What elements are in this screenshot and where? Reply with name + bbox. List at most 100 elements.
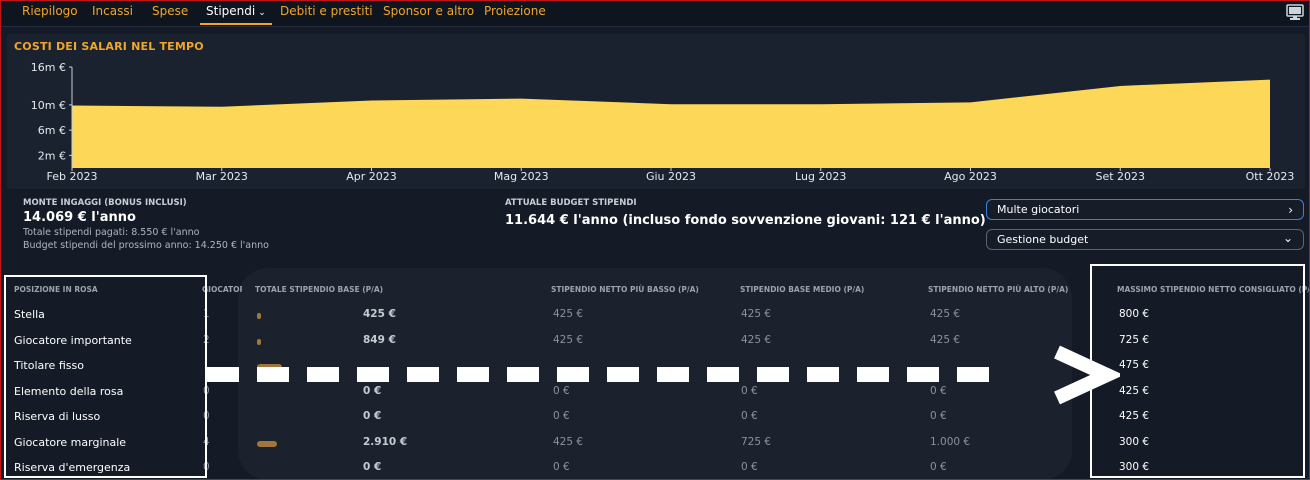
row-player-count: 2 [203, 334, 210, 346]
row-total-base-salary: 2.910 € [363, 436, 408, 448]
row-total-base-salary: 0 € [363, 461, 382, 473]
row-total-base-salary: 425 € [363, 308, 396, 320]
row-salary-bar [257, 339, 261, 345]
arrow-dash [907, 367, 939, 382]
arrow-dash [857, 367, 889, 382]
row-max-recommended-salary: 300 € [1119, 436, 1150, 448]
row-average-base-salary: 0 € [741, 410, 758, 422]
row-average-base-salary: 725 € [741, 436, 772, 448]
monte-ingaggi-label: MONTE INGAGGI (BONUS INCLUSI) [23, 198, 187, 208]
row-lowest-net-salary: 425 € [553, 308, 584, 320]
header-posizione[interactable]: POSIZIONE IN ROSA [14, 285, 98, 294]
table-row[interactable] [0, 457, 1310, 479]
chevron-right-icon: › [1288, 203, 1293, 217]
y-tick-label: 10m € [31, 99, 66, 112]
row-average-base-salary: 425 € [741, 334, 772, 346]
row-position: Titolare fisso [14, 359, 84, 372]
row-position: Giocatore importante [14, 334, 132, 347]
row-total-base-salary: 0 € [363, 385, 382, 397]
x-tick-label: Feb 2023 [47, 170, 98, 183]
salary-cost-chart: 16m € 10m € 6m € 2m € Feb 2023 Mar 2023 Apr 20… [31, 61, 1295, 183]
row-highest-net-salary: 425 € [930, 334, 961, 346]
row-player-count: 1 [203, 308, 210, 320]
row-salary-bar [257, 313, 261, 319]
arrow-dash [507, 367, 539, 382]
salary-area-series [72, 79, 1270, 168]
x-tick-label: Mag 2023 [494, 170, 549, 183]
row-highest-net-salary: 0 € [930, 461, 947, 473]
row-player-count: 0 [203, 461, 210, 473]
table-row[interactable] [0, 304, 1310, 326]
header-massimo-consigliato[interactable]: MASSIMO STIPENDIO NETTO CONSIGLIATO (P/A… [1117, 285, 1310, 294]
row-lowest-net-salary: 425 € [553, 334, 584, 346]
arrow-dash [807, 367, 839, 382]
row-player-count: 0 [203, 385, 210, 397]
arrow-dash [257, 367, 289, 382]
row-salary-bar [257, 441, 277, 447]
row-total-base-salary: 0 € [363, 410, 382, 422]
row-position: Riserva d'emergenza [14, 461, 131, 474]
row-highest-net-salary: 425 € [930, 308, 961, 320]
arrow-dash [357, 367, 389, 382]
x-tick-label: Ott 2023 [1246, 170, 1295, 183]
row-total-base-salary: 849 € [363, 334, 396, 346]
row-position: Stella [14, 308, 45, 321]
row-max-recommended-salary: 425 € [1119, 385, 1150, 397]
row-highest-net-salary: 0 € [930, 410, 947, 422]
header-netto-basso[interactable]: STIPENDIO NETTO PIÙ BASSO (P/A) [551, 285, 699, 294]
header-base-medio[interactable]: STIPENDIO BASE MEDIO (P/A) [740, 285, 864, 294]
row-max-recommended-salary: 800 € [1119, 308, 1150, 320]
arrow-head-icon [1054, 345, 1120, 405]
row-lowest-net-salary: 0 € [553, 461, 570, 473]
row-average-base-salary: 425 € [741, 308, 772, 320]
x-tick-label: Mar 2023 [196, 170, 248, 183]
arrow-dash [607, 367, 639, 382]
row-max-recommended-salary: 425 € [1119, 410, 1150, 422]
x-tick-label: Set 2023 [1095, 170, 1145, 183]
gestione-budget-label: Gestione budget [997, 233, 1089, 246]
row-highest-net-salary: 1.000 € [930, 436, 971, 448]
y-tick-label: 6m € [38, 124, 66, 137]
row-max-recommended-salary: 300 € [1119, 461, 1150, 473]
multe-giocatori-label: Multe giocatori [997, 203, 1080, 216]
row-player-count: 4 [203, 436, 210, 448]
x-tick-label: Ago 2023 [944, 170, 997, 183]
arrow-dash [707, 367, 739, 382]
arrow-dash [557, 367, 589, 382]
header-netto-alto[interactable]: STIPENDIO NETTO PIÙ ALTO (P/A) [928, 285, 1068, 294]
chevron-down-icon: ⌄ [1282, 231, 1293, 245]
row-max-recommended-salary: 475 € [1119, 359, 1150, 371]
arrow-dash [307, 367, 339, 382]
header-giocatori[interactable]: GIOCATORI [202, 285, 242, 294]
y-tick-label: 16m € [31, 61, 66, 74]
row-position: Elemento della rosa [14, 385, 124, 398]
gestione-budget-dropdown[interactable]: Gestione budget ⌄ [986, 229, 1304, 250]
row-max-recommended-salary: 725 € [1119, 334, 1150, 346]
arrow-dash [757, 367, 789, 382]
x-tick-label: Lug 2023 [795, 170, 846, 183]
row-lowest-net-salary: 0 € [553, 410, 570, 422]
budget-stipendi-value: 11.644 € l'anno (incluso fondo sovvenzio… [505, 213, 986, 228]
y-tick-label: 2m € [38, 149, 66, 162]
multe-giocatori-button[interactable]: Multe giocatori › [986, 199, 1304, 220]
x-tick-label: Giu 2023 [646, 170, 696, 183]
row-lowest-net-salary: 425 € [553, 436, 584, 448]
header-totale-stipendio[interactable]: TOTALE STIPENDIO BASE (P/A) [255, 285, 383, 294]
row-average-base-salary: 0 € [741, 461, 758, 473]
row-position: Giocatore marginale [14, 436, 127, 449]
row-player-count: 0 [203, 410, 210, 422]
x-tick-label: Apr 2023 [346, 170, 397, 183]
row-position: Riserva di lusso [14, 410, 101, 423]
monte-ingaggi-value: 14.069 € l'anno [23, 210, 136, 225]
table-row[interactable] [0, 432, 1310, 454]
row-lowest-net-salary: 0 € [553, 385, 570, 397]
budget-stipendi-label: ATTUALE BUDGET STIPENDI [505, 198, 637, 208]
arrow-dash [657, 367, 689, 382]
budget-prossimo-anno: Budget stipendi del prossimo anno: 14.25… [23, 240, 269, 251]
row-highest-net-salary: 0 € [930, 385, 947, 397]
arrow-dash [207, 367, 239, 382]
totale-stipendi-pagati: Totale stipendi pagati: 8.550 € l'anno [23, 227, 200, 238]
row-average-base-salary: 0 € [741, 385, 758, 397]
arrow-dash [957, 367, 989, 382]
arrow-dash [407, 367, 439, 382]
